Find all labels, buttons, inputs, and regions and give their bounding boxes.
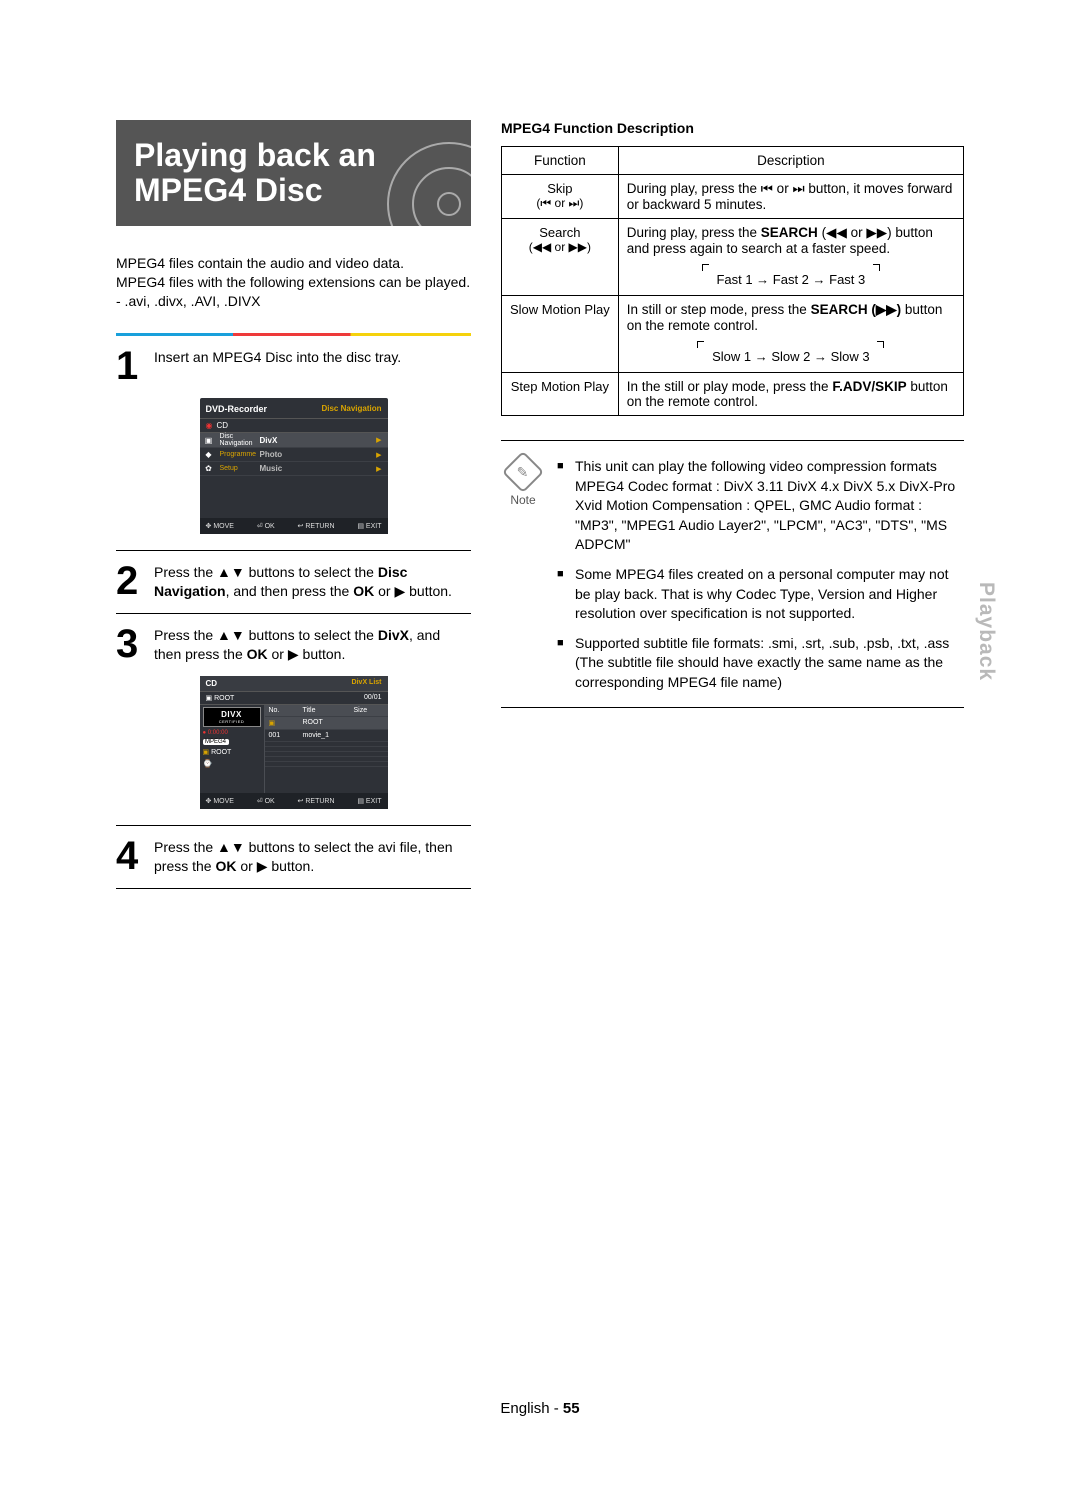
divider (116, 550, 471, 551)
note-item: Some MPEG4 files created on a personal c… (557, 565, 964, 624)
step-4: 4 Press the ▲▼ buttons to select the avi… (116, 836, 471, 876)
tv-icon: ◆ (204, 450, 214, 460)
divider (116, 888, 471, 889)
exit-hint: ▤ EXIT (357, 522, 381, 530)
step-2: 2 Press the ▲▼ buttons to select the Dis… (116, 561, 471, 601)
clock-icon: ⌚ (203, 759, 261, 768)
step-3: 3 Press the ▲▼ buttons to select the Div… (116, 624, 471, 664)
function-table: Function Description Skip (⏮ or ⏭) Durin… (501, 146, 964, 416)
intro-paragraph: MPEG4 files contain the audio and video … (116, 254, 471, 311)
screen-disc-navigation: DVD-Recorder Disc Navigation ◉CD ▣ Disc … (200, 398, 388, 534)
gear-icon: ✿ (204, 464, 214, 474)
page-footer: English - 55 (0, 1400, 1080, 1417)
divider (116, 825, 471, 826)
page-title-banner: Playing back an MPEG4 Disc (116, 120, 471, 226)
folder-icon: ▣ (204, 435, 214, 445)
title-line1: Playing back an (134, 137, 376, 173)
title-line2: MPEG4 Disc (134, 172, 323, 208)
arrow-right-icon: ▶ (376, 436, 387, 444)
section-tab-playback: Playback (974, 582, 998, 681)
ok-hint: ⏎ OK (257, 522, 275, 530)
color-rule (116, 333, 471, 336)
move-hint: ✥ MOVE (206, 522, 234, 530)
arrow-right-icon: ▶ (376, 465, 387, 473)
screen-divx-list: CD DivX List ▣ ROOT 00/01 DIVX CERTIFIED… (200, 676, 388, 809)
function-desc-heading: MPEG4 Function Description (501, 120, 964, 136)
step-1: 1 Insert an MPEG4 Disc into the disc tra… (116, 346, 471, 386)
note-icon: ✎ (502, 451, 544, 493)
divx-logo: DIVX CERTIFIED (203, 707, 261, 727)
arrow-right-icon: ▶ (376, 451, 387, 459)
divider (116, 613, 471, 614)
note-item: This unit can play the following video c… (557, 457, 964, 555)
return-hint: ↩ RETURN (298, 522, 335, 530)
note-item: Supported subtitle file formats: .smi, .… (557, 634, 964, 693)
note-block: ✎ Note This unit can play the following … (501, 440, 964, 708)
